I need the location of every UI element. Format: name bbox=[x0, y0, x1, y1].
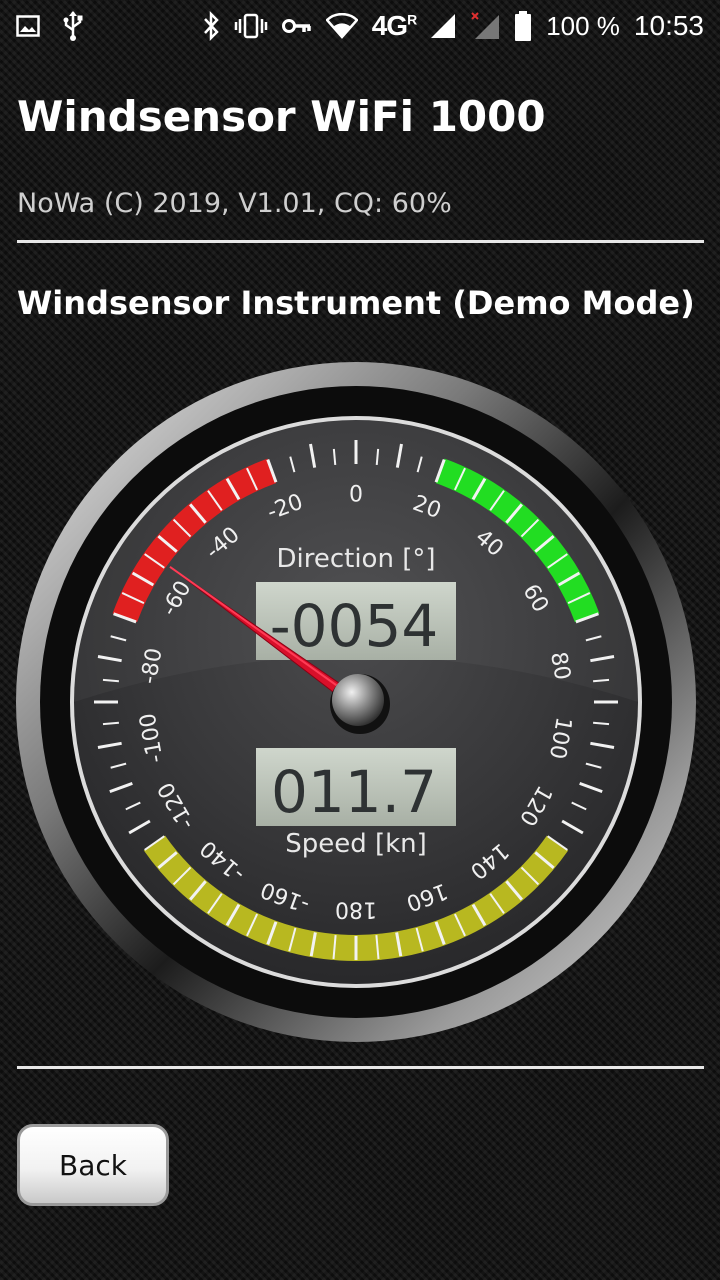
bluetooth-icon bbox=[202, 11, 220, 41]
status-bar-right: 4GR 100 % 10:53 bbox=[202, 10, 704, 42]
divider-bottom bbox=[17, 1066, 704, 1069]
tick-mark bbox=[593, 721, 610, 726]
scale-label: 0 bbox=[349, 483, 363, 508]
status-bar: 4GR 100 % 10:53 bbox=[0, 0, 720, 52]
direction-label: Direction [°] bbox=[276, 544, 435, 574]
cell-signal-icon bbox=[430, 13, 456, 39]
usb-icon bbox=[62, 10, 84, 42]
status-bar-left bbox=[16, 10, 84, 42]
needle-hub bbox=[332, 674, 384, 726]
direction-value: -0054 bbox=[270, 592, 439, 660]
instrument-heading: Windsensor Instrument (Demo Mode) bbox=[17, 284, 695, 322]
back-button[interactable]: Back bbox=[17, 1124, 169, 1206]
battery-percent: 100 % bbox=[546, 10, 620, 41]
divider bbox=[17, 240, 704, 243]
scale-label: 80 bbox=[545, 650, 574, 682]
clock: 10:53 bbox=[633, 10, 704, 41]
vpn-key-icon bbox=[281, 17, 312, 35]
tick-mark bbox=[375, 448, 380, 465]
wind-gauge-svg: 0 20406080100120140160180-20-40-60-80-100… bbox=[16, 362, 696, 1042]
wifi-icon bbox=[325, 13, 358, 39]
scale-label: 180 bbox=[335, 897, 377, 922]
tick-mark bbox=[102, 721, 119, 726]
cell-signal-no-service-icon bbox=[470, 12, 500, 40]
vibrate-icon bbox=[234, 13, 268, 39]
app-title: Windsensor WiFi 1000 bbox=[17, 92, 546, 141]
tick-mark bbox=[102, 678, 119, 683]
app-subtitle: NoWa (C) 2019, V1.01, CQ: 60% bbox=[17, 188, 452, 219]
network-type: 4GR bbox=[371, 10, 417, 41]
wind-gauge: 0 20 40 60 80 100 120 140 160 180 -20 -40 -60 -80 -100… bbox=[14, 360, 698, 1044]
speed-value: 011.7 bbox=[271, 758, 437, 826]
tick-mark bbox=[593, 678, 610, 683]
speed-label: Speed [kn] bbox=[285, 829, 427, 859]
tick-mark bbox=[332, 448, 337, 465]
battery-icon bbox=[514, 11, 532, 41]
image-icon bbox=[16, 15, 40, 37]
